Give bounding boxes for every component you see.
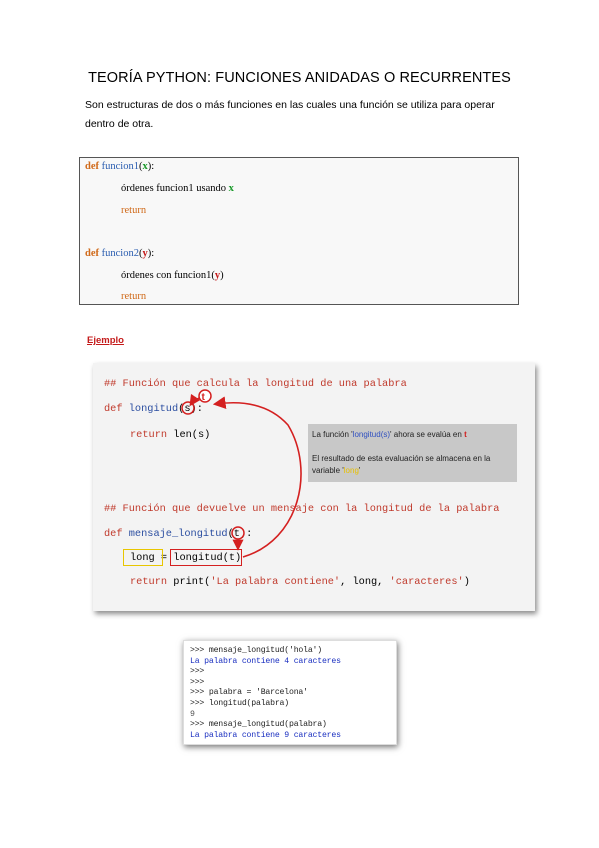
shell-line: La palabra contiene 9 caracteres (190, 730, 341, 740)
shell-line: >>> (190, 667, 205, 677)
shell-line: >>> mensaje_longitud('hola') (190, 646, 322, 655)
shell-line: >>> palabra = 'Barcelona' (190, 688, 308, 698)
shell-line: 9 (190, 709, 195, 719)
python-shell: >>> mensaje_longitud('hola') La palabra c… (183, 640, 397, 745)
circle-s (181, 401, 195, 415)
shell-line: >>> (190, 677, 205, 687)
arrow-t-to-s (189, 393, 201, 407)
shell-line: La palabra contiene 4 caracteres (190, 656, 341, 666)
circle-t-arg (231, 526, 245, 540)
shell-line: >>> mensaje_longitud(palabra) (190, 720, 327, 730)
arrow-call-to-def (212, 396, 302, 558)
shell-line: >>> longitud(palabra) (190, 699, 289, 708)
